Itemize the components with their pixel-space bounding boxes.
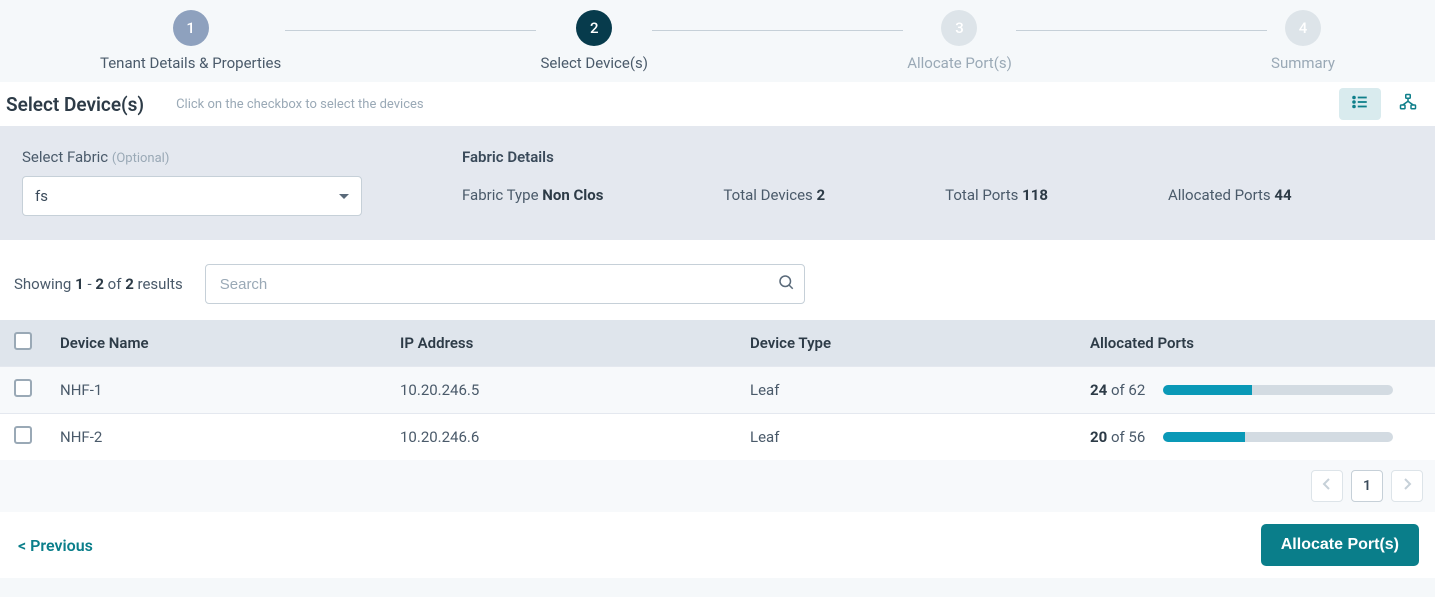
step-1[interactable]: 1 Tenant Details & Properties [100, 10, 281, 72]
cell-device-type: Leaf [736, 414, 1076, 461]
fabric-select-label-text: Select Fabric [22, 148, 108, 166]
fabric-select-dropdown[interactable]: fs [22, 176, 362, 216]
step-4-circle: 4 [1285, 10, 1321, 46]
chevron-left-icon [1322, 478, 1332, 494]
fabric-select-value: fs [35, 187, 48, 205]
results-from: 1 [75, 275, 84, 293]
fabric-type-stat: Fabric Type Non Clos [462, 186, 603, 204]
fabric-type-value: Non Clos [542, 186, 603, 204]
list-icon [1350, 93, 1370, 115]
step-1-label: Tenant Details & Properties [100, 54, 281, 72]
allocated-ports-text: 20 of 56 [1090, 428, 1145, 446]
results-of: of [108, 275, 122, 293]
allocated-ports-progress [1163, 432, 1393, 442]
step-4: 4 Summary [1271, 10, 1335, 72]
cell-ip-address: 10.20.246.5 [386, 367, 736, 414]
previous-button[interactable]: < Previous [18, 536, 93, 555]
results-bar: Showing 1 - 2 of 2 results [0, 240, 1435, 320]
select-all-checkbox[interactable] [14, 332, 32, 350]
view-toggle-group [1339, 88, 1429, 120]
pagination-current-page[interactable]: 1 [1351, 470, 1383, 502]
cell-allocated-ports: 20 of 56 [1076, 414, 1435, 461]
results-total: 2 [125, 275, 134, 293]
cell-device-type: Leaf [736, 367, 1076, 414]
step-3: 3 Allocate Port(s) [907, 10, 1012, 72]
pagination: 1 [0, 460, 1435, 512]
total-ports-stat: Total Ports 118 [945, 186, 1048, 204]
table-row: NHF-210.20.246.6Leaf 20 of 56 [0, 414, 1435, 461]
results-prefix: Showing [14, 275, 71, 293]
results-suffix: results [138, 275, 183, 293]
step-3-label: Allocate Port(s) [907, 54, 1012, 72]
cell-device-name: NHF-2 [46, 414, 386, 461]
fabric-type-label: Fabric Type [462, 186, 539, 204]
section-hint: Click on the checkbox to select the devi… [176, 97, 424, 112]
step-connector [285, 30, 536, 31]
cell-ip-address: 10.20.246.6 [386, 414, 736, 461]
list-view-button[interactable] [1339, 88, 1381, 120]
chevron-down-icon [339, 194, 349, 199]
table-header-row: Device Name IP Address Device Type Alloc… [0, 320, 1435, 367]
allocated-ports-label: Allocated Ports [1168, 186, 1271, 204]
allocate-ports-button[interactable]: Allocate Port(s) [1261, 524, 1419, 566]
wizard-footer: < Previous Allocate Port(s) [0, 512, 1435, 578]
topology-view-button[interactable] [1387, 88, 1429, 120]
search-input[interactable] [205, 264, 805, 304]
page-title: Select Device(s) [6, 93, 144, 116]
row-checkbox[interactable] [14, 426, 32, 444]
cell-allocated-ports: 24 of 62 [1076, 367, 1435, 414]
fabric-select-optional: (Optional) [112, 151, 169, 166]
wizard-stepper: 1 Tenant Details & Properties 2 Select D… [0, 0, 1435, 82]
step-1-circle: 1 [173, 10, 209, 46]
header-device-name[interactable]: Device Name [46, 320, 386, 367]
step-4-label: Summary [1271, 54, 1335, 72]
results-dash: - [87, 275, 91, 293]
allocated-ports-progress [1163, 385, 1393, 395]
results-to: 2 [95, 275, 104, 293]
total-devices-label: Total Devices [723, 186, 812, 204]
table-row: NHF-110.20.246.5Leaf 24 of 62 [0, 367, 1435, 414]
search-box [205, 264, 805, 304]
cell-device-name: NHF-1 [46, 367, 386, 414]
allocated-ports-stat: Allocated Ports 44 [1168, 186, 1292, 204]
step-2-circle: 2 [576, 10, 612, 46]
row-checkbox[interactable] [14, 379, 32, 397]
fabric-details-title: Fabric Details [462, 148, 1413, 166]
step-connector [652, 30, 903, 31]
fabric-panel: Select Fabric (Optional) fs Fabric Detai… [0, 126, 1435, 240]
fabric-select-label: Select Fabric (Optional) [22, 148, 402, 166]
header-allocated-ports[interactable]: Allocated Ports [1076, 320, 1435, 367]
total-ports-value: 118 [1022, 186, 1048, 204]
total-devices-stat: Total Devices 2 [723, 186, 825, 204]
allocated-ports-value: 44 [1274, 186, 1291, 204]
step-3-circle: 3 [941, 10, 977, 46]
header-checkbox-cell [0, 320, 46, 367]
pagination-next-button[interactable] [1391, 470, 1423, 502]
section-header: Select Device(s) Click on the checkbox t… [0, 82, 1435, 126]
devices-table: Device Name IP Address Device Type Alloc… [0, 320, 1435, 460]
topology-icon [1398, 93, 1418, 115]
results-count-text: Showing 1 - 2 of 2 results [14, 275, 183, 293]
step-2[interactable]: 2 Select Device(s) [540, 10, 647, 72]
step-2-label: Select Device(s) [540, 54, 647, 72]
chevron-right-icon [1402, 478, 1412, 494]
header-device-type[interactable]: Device Type [736, 320, 1076, 367]
step-connector [1016, 30, 1267, 31]
total-ports-label: Total Ports [945, 186, 1018, 204]
total-devices-value: 2 [817, 186, 826, 204]
pagination-prev-button[interactable] [1311, 470, 1343, 502]
header-ip-address[interactable]: IP Address [386, 320, 736, 367]
allocated-ports-text: 24 of 62 [1090, 381, 1145, 399]
